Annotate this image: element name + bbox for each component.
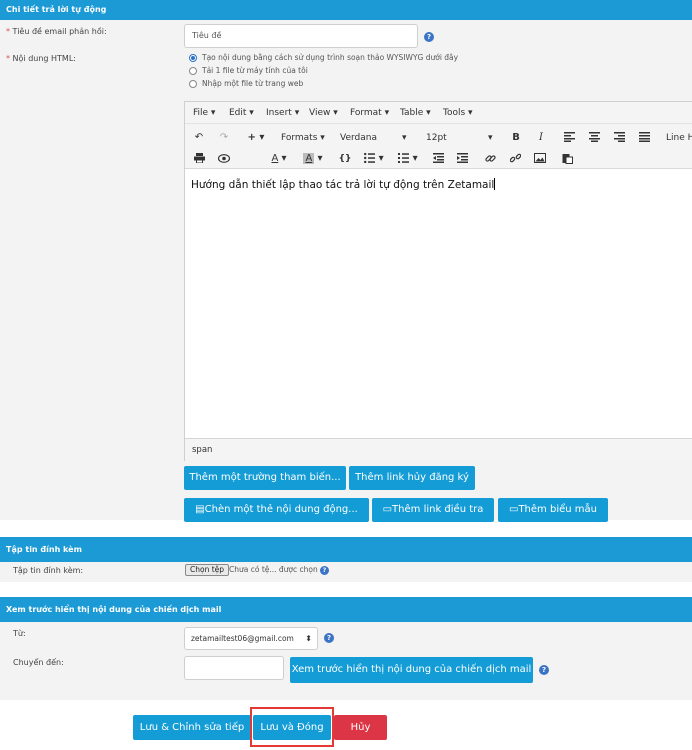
print-icon[interactable]: [191, 151, 207, 167]
subject-help-icon[interactable]: ?: [424, 32, 434, 42]
select-arrow-icon: ⬍: [305, 634, 312, 643]
from-select[interactable]: zetamailtest06@gmail.com ⬍: [184, 627, 318, 650]
editor-content-area[interactable]: Hướng dẫn thiết lập thao tác trả lời tự …: [185, 169, 692, 438]
line-height-dropdown[interactable]: Line H: [666, 130, 692, 146]
menu-view[interactable]: View ▾: [309, 102, 338, 124]
cancel-button[interactable]: Hủy: [334, 715, 387, 740]
preview-campaign-button[interactable]: Xem trước hiển thị nội dung của chiến dị…: [290, 657, 533, 683]
editor-statusbar: span: [185, 438, 692, 461]
paste-icon[interactable]: [559, 151, 575, 167]
redo-icon[interactable]: ↷: [216, 130, 232, 146]
add-form-button[interactable]: ▭Thêm biểu mẫu: [498, 498, 608, 522]
align-left-icon[interactable]: [561, 130, 577, 146]
align-center-icon[interactable]: [586, 130, 602, 146]
from-label: Từ:: [13, 629, 26, 638]
menu-insert[interactable]: Insert ▾: [266, 102, 299, 124]
highlight-box: [250, 707, 334, 747]
editor-toolbar: ↶ ↷ + ▾ Formats ▾ Verdana ▾ 12pt ▾ B I Lin…: [185, 124, 692, 169]
choose-file-button[interactable]: Chọn tệp: [185, 564, 230, 576]
insert-dynamic-content-button[interactable]: ▤Chèn một thẻ nội dung động...: [184, 498, 369, 522]
font-size-dropdown[interactable]: 12pt ▾: [426, 130, 496, 146]
html-content-label: * Nội dung HTML:: [6, 54, 76, 63]
background-color-icon[interactable]: A ▾: [300, 151, 326, 167]
section-header-preview: Xem trước hiển thị nội dung của chiến dị…: [0, 597, 692, 622]
element-path: span: [192, 445, 213, 455]
source-code-icon[interactable]: {​}: [336, 151, 354, 167]
text-color-icon[interactable]: A ▾: [267, 151, 291, 167]
survey-icon: ▭: [382, 504, 393, 515]
bold-icon[interactable]: B: [508, 130, 524, 146]
menu-file[interactable]: File ▾: [193, 102, 215, 124]
save-and-continue-button[interactable]: Lưu & Chỉnh sửa tiếp: [133, 715, 251, 740]
menu-edit[interactable]: Edit ▾: [229, 102, 254, 124]
subject-label: * Tiêu đề email phản hồi:: [6, 27, 107, 36]
align-justify-icon[interactable]: [636, 130, 652, 146]
bullet-list-icon[interactable]: ▾: [363, 151, 385, 167]
menu-tools[interactable]: Tools ▾: [443, 102, 473, 124]
from-help-icon[interactable]: ?: [324, 633, 334, 643]
link-icon[interactable]: [482, 151, 498, 167]
no-file-chosen-text: Chưa có tệ... được chọn: [229, 565, 318, 574]
insert-plus-icon[interactable]: + ▾: [245, 130, 267, 146]
formats-dropdown[interactable]: Formats ▾: [281, 130, 325, 146]
attachments-panel: [0, 562, 692, 582]
section-header-reply-details: Chi tiết trả lời tự động: [0, 0, 692, 20]
preview-help-icon[interactable]: ?: [539, 665, 549, 675]
menu-format[interactable]: Format ▾: [350, 102, 389, 124]
unlink-icon[interactable]: [507, 151, 523, 167]
attachment-label: Tập tin đính kèm:: [13, 566, 84, 575]
font-family-dropdown[interactable]: Verdana ▾: [340, 130, 410, 146]
preview-icon[interactable]: [216, 151, 232, 167]
add-survey-link-button[interactable]: ▭Thêm link điều tra: [372, 498, 494, 522]
text-caret: [494, 178, 496, 190]
indent-icon[interactable]: [454, 151, 470, 167]
align-right-icon[interactable]: [611, 130, 627, 146]
wysiwyg-editor: File ▾ Edit ▾ Insert ▾ View ▾ Format ▾ T…: [184, 101, 692, 461]
attachment-help-icon[interactable]: ?: [320, 566, 329, 575]
add-parameter-button[interactable]: Thêm một trường tham biến...: [184, 466, 346, 490]
subject-input[interactable]: Tiêu đề: [184, 24, 418, 48]
image-icon[interactable]: [532, 151, 548, 167]
numbered-list-icon[interactable]: ▾: [397, 151, 419, 167]
forward-to-input[interactable]: [184, 656, 284, 680]
dynamic-content-icon: ▤: [195, 504, 205, 515]
menu-table[interactable]: Table ▾: [400, 102, 431, 124]
editor-content-text: Hướng dẫn thiết lập thao tác trả lời tự …: [191, 179, 495, 191]
undo-icon[interactable]: ↶: [191, 130, 207, 146]
section-header-attachments: Tập tin đính kèm: [0, 537, 692, 562]
outdent-icon[interactable]: [430, 151, 446, 167]
italic-icon[interactable]: I: [533, 130, 549, 146]
editor-menubar: File ▾ Edit ▾ Insert ▾ View ▾ Format ▾ T…: [185, 102, 692, 124]
forward-to-label: Chuyển đến:: [13, 658, 64, 667]
add-unsubscribe-link-button[interactable]: Thêm link hủy đăng ký: [349, 466, 475, 490]
